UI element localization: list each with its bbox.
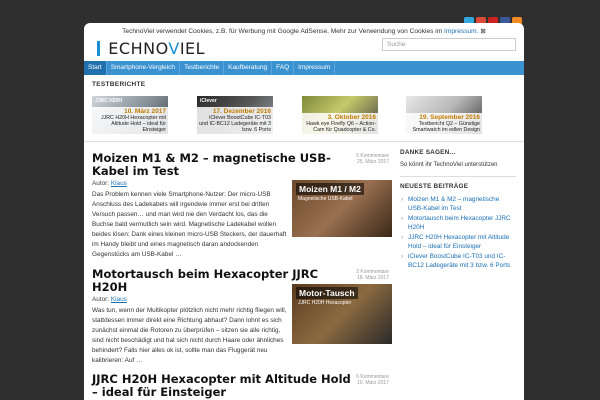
- recent-item[interactable]: iClever BoostCube IC-T03 und IC-BC12 Lad…: [400, 252, 516, 270]
- nav-item-faq[interactable]: FAQ: [272, 61, 295, 75]
- post-motortausch: Motortausch beim Hexacopter JJRC H20H 2 …: [92, 268, 392, 366]
- teaser-tag: JJRC H20H: [95, 98, 122, 104]
- post-thumbnail[interactable]: Motor-Tausch JJRC H20H Hexacopter: [292, 284, 392, 344]
- author-link[interactable]: Klaus: [111, 180, 127, 187]
- post-date: 10. März 2017: [357, 380, 389, 386]
- cookie-impressum-link[interactable]: Impressum.: [444, 28, 478, 35]
- post-excerpt: Was tun, wenn der Multikopter plötzlich …: [92, 307, 287, 364]
- teaser-card[interactable]: JJRC H20H 10. März 2017 JJRC H20H Hexaco…: [92, 96, 168, 134]
- post-meta: 2 Kommentare 18. März 2017: [356, 269, 389, 281]
- nav-item-smartphone-vergleich[interactable]: Smartphone-Vergleich: [107, 61, 181, 75]
- post-thumbnail[interactable]: Moizen M1 / M2 Magnetische USB-Kabel: [292, 180, 392, 237]
- post-title[interactable]: Moizen M1 & M2 – magnetische USB-Kabel i…: [92, 152, 352, 178]
- post-excerpt: Das Problem kennen viele Smartphone-Nutz…: [92, 191, 287, 258]
- main-nav: Start Smartphone-Vergleich Testberichte …: [84, 61, 524, 75]
- teaser-card[interactable]: 3. Oktober 2016 Hawk eye Firefly Q6 – Ac…: [302, 96, 378, 134]
- teaser-caption: 19. September 2016 Testbericht Q2 – Güns…: [406, 113, 482, 134]
- thumb-sub: JJRC H20H Hexacopter: [298, 300, 352, 306]
- post-meta: 6 Kommentare 10. März 2017: [356, 374, 389, 386]
- thumb-sub: Magnetische USB-Kabel: [298, 196, 353, 202]
- search-placeholder: Suche: [387, 41, 406, 48]
- logo-echno: ECHNO: [108, 39, 169, 58]
- teaser-date: 19. September 2016: [419, 114, 480, 121]
- sidebar-divider: [400, 176, 516, 177]
- cookie-notice: TechnoViel verwendet Cookies, z.B. für W…: [84, 27, 524, 35]
- site-logo[interactable]: TECHNOVIEL: [97, 39, 206, 58]
- cookie-text: TechnoViel verwendet Cookies, z.B. für W…: [122, 28, 445, 35]
- teaser-date: 10. März 2017: [124, 108, 166, 115]
- logo-bar: [97, 41, 100, 56]
- teaser-caption: 10. März 2017 JJRC H20H Hexacopter mit A…: [92, 107, 168, 134]
- recent-item[interactable]: JJRC H20H Hexacopter mit Altitude Hold –…: [400, 233, 516, 251]
- teaser-tag: iClever: [200, 98, 217, 104]
- teaser-title: JJRC H20H Hexacopter mit Altitude Hold –…: [100, 115, 166, 133]
- teaser-card[interactable]: 19. September 2016 Testbericht Q2 – Güns…: [406, 96, 482, 134]
- teaser-date: 3. Oktober 2016: [327, 114, 376, 121]
- teaser-caption: 17. Dezember 2016 iClever BoostCube IC-T…: [197, 107, 273, 134]
- teaser-date: 17. Dezember 2016: [212, 108, 271, 115]
- thumb-label: Moizen M1 / M2: [296, 183, 364, 195]
- author-label: Autor:: [92, 180, 110, 187]
- nav-item-kaufberatung[interactable]: Kaufberatung: [224, 61, 273, 75]
- teaser-title: Hawk eye Firefly Q6 – Action-Cam für Qua…: [306, 121, 376, 133]
- page-container: TechnoViel verwendet Cookies, z.B. für W…: [84, 23, 524, 400]
- post-title[interactable]: JJRC H20H Hexacopter mit Altitude Hold –…: [92, 373, 352, 399]
- recent-item[interactable]: Motortausch beim Hexacopter JJRC H20H: [400, 214, 516, 232]
- post-moizen: Moizen M1 & M2 – magnetische USB-Kabel i…: [92, 152, 392, 260]
- teaser-caption: 3. Oktober 2016 Hawk eye Firefly Q6 – Ac…: [302, 113, 378, 134]
- testberichte-heading: TESTBERICHTE: [92, 81, 146, 88]
- teaser-title: Testbericht Q2 – Günstige Smartwatch im …: [412, 121, 480, 133]
- thumb-label: Motor-Tausch: [296, 287, 358, 299]
- post-meta: 5 Kommentare 25. März 2017: [356, 153, 389, 165]
- teaser-title: iClever BoostCube IC-T03 und IC-BC12 Lad…: [199, 115, 271, 133]
- nav-item-start[interactable]: Start: [84, 61, 107, 75]
- divider: [84, 141, 524, 142]
- thanks-text: So könnt ihr TechnoViel unterstützen: [400, 162, 498, 168]
- author-link[interactable]: Klaus: [111, 296, 127, 303]
- nav-item-impressum[interactable]: Impressum: [294, 61, 336, 75]
- author-label: Autor:: [92, 296, 110, 303]
- post-date: 18. März 2017: [357, 275, 389, 281]
- recent-heading: NEUESTE BEITRÄGE: [400, 183, 469, 190]
- recent-item[interactable]: Moizen M1 & M2 – magnetische USB-Kabel i…: [400, 195, 516, 213]
- post-date: 25. März 2017: [357, 159, 389, 165]
- thanks-heading: DANKE SAGEN...: [400, 149, 456, 156]
- logo-v: V: [168, 39, 180, 58]
- recent-list: Moizen M1 & M2 – magnetische USB-Kabel i…: [400, 195, 516, 270]
- post-jjrc: JJRC H20H Hexacopter mit Altitude Hold –…: [92, 373, 392, 399]
- teaser-card[interactable]: iClever 17. Dezember 2016 iClever BoostC…: [197, 96, 273, 134]
- nav-item-testberichte[interactable]: Testberichte: [180, 61, 225, 75]
- cookie-close-icon[interactable]: ⊠: [480, 28, 486, 35]
- search-input[interactable]: Suche: [382, 38, 516, 51]
- sidebar: DANKE SAGEN... So könnt ihr TechnoViel u…: [400, 149, 516, 271]
- logo-iel: IEL: [179, 39, 206, 58]
